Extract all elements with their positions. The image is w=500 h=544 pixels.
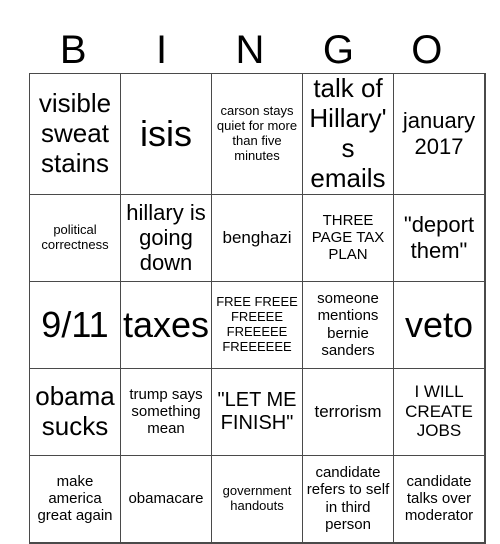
bingo-cell[interactable]: benghazi [211, 193, 303, 282]
bingo-cell[interactable]: candidate talks over moderator [393, 454, 486, 544]
bingo-header: B I N G O [29, 28, 471, 72]
bingo-cell[interactable]: hillary is going down [120, 193, 212, 282]
header-letter-g: G [322, 28, 354, 72]
bingo-row: visible sweat stains isis carson stays q… [29, 73, 486, 195]
bingo-cell-text: candidate refers to self in third person [306, 464, 390, 533]
bingo-cell-text: veto [404, 303, 474, 345]
bingo-cell[interactable]: obamacare [120, 454, 212, 544]
bingo-cell-text: THREE PAGE TAX PLAN [311, 211, 385, 264]
bingo-cell-text: someone mentions bernie sanders [317, 290, 379, 359]
bingo-cell-text: government handouts [222, 482, 292, 513]
free-space-cell[interactable]: FREE FREEE FREEEE FREEEEE FREEEEEE [211, 280, 303, 369]
header-letter-b: B [59, 28, 87, 72]
bingo-cell-text: isis [140, 113, 192, 155]
bingo-cell-text: I WILL CREATE JOBS [405, 382, 473, 441]
bingo-cell[interactable]: isis [120, 73, 212, 195]
bingo-cell[interactable]: candidate refers to self in third person [302, 454, 394, 544]
bingo-cell-text: candidate talks over moderator [404, 472, 474, 525]
bingo-cell-text: hillary is going down [126, 199, 206, 276]
bingo-row: 9/11 taxes FREE FREEE FREEEE FREEEEE FRE… [29, 280, 486, 369]
bingo-cell-text: "deport them" [403, 212, 475, 263]
bingo-cell-text: terrorism [314, 401, 382, 421]
bingo-cell[interactable]: obama sucks [29, 367, 121, 456]
bingo-row: obama sucks trump says something mean "L… [29, 367, 486, 456]
bingo-cell[interactable]: carson stays quiet for more than five mi… [211, 73, 303, 195]
bingo-cell[interactable]: government handouts [211, 454, 303, 544]
bingo-cell-text: visible sweat stains [38, 87, 112, 178]
bingo-cell-text: talk of Hillary's emails [309, 73, 387, 193]
bingo-cell-text: taxes [122, 303, 210, 345]
bingo-cell-text: FREE FREEE FREEEE FREEEEE FREEEEEE [216, 293, 298, 354]
bingo-cell[interactable]: taxes [120, 280, 212, 369]
bingo-cell[interactable]: political correctness [29, 193, 121, 282]
bingo-card: visible sweat stains isis carson stays q… [29, 73, 486, 544]
bingo-cell-text: trump says something mean [129, 385, 203, 438]
bingo-cell[interactable]: "LET ME FINISH" [211, 367, 303, 456]
bingo-cell-text: "LET ME FINISH" [217, 388, 297, 434]
header-letter-n: N [235, 28, 265, 72]
bingo-row: make america great again obamacare gover… [29, 454, 486, 544]
bingo-cell-text: carson stays quiet for more than five mi… [216, 102, 298, 163]
bingo-cell[interactable]: talk of Hillary's emails [302, 73, 394, 195]
bingo-cell[interactable]: THREE PAGE TAX PLAN [302, 193, 394, 282]
bingo-cell[interactable]: 9/11 [29, 280, 121, 369]
bingo-cell[interactable]: "deport them" [393, 193, 486, 282]
bingo-cell[interactable]: I WILL CREATE JOBS [393, 367, 486, 456]
bingo-cell[interactable]: make america great again [29, 454, 121, 544]
bingo-cell-text: january 2017 [402, 108, 476, 159]
header-letter-o: O [411, 28, 443, 72]
header-letter-i: I [156, 28, 168, 72]
bingo-cell[interactable]: someone mentions bernie sanders [302, 280, 394, 369]
bingo-cell-text: political correctness [41, 221, 109, 252]
bingo-row: political correctness hillary is going d… [29, 193, 486, 282]
bingo-cell[interactable]: trump says something mean [120, 367, 212, 456]
bingo-cell[interactable]: veto [393, 280, 486, 369]
bingo-cell-text: benghazi [222, 227, 292, 247]
bingo-cell-text: make america great again [37, 472, 113, 525]
bingo-cell-text: obamacare [128, 489, 204, 507]
bingo-cell[interactable]: january 2017 [393, 73, 486, 195]
bingo-cell[interactable]: visible sweat stains [29, 73, 121, 195]
bingo-cell-text: 9/11 [41, 303, 109, 345]
bingo-cell[interactable]: terrorism [302, 367, 394, 456]
bingo-cell-text: obama sucks [35, 380, 115, 441]
